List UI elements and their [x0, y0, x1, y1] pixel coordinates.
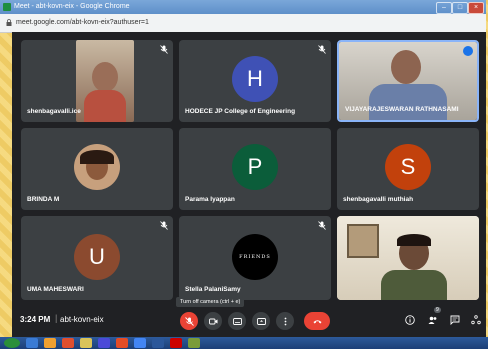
info-icon[interactable] [405, 315, 415, 325]
mic-off-icon [184, 316, 194, 326]
mic-off-icon [318, 45, 326, 54]
participant-tile[interactable]: H HODECE JP College of Engineering [179, 40, 331, 122]
participant-name: HODECE JP College of Engineering [185, 108, 296, 115]
meet-favicon-icon [3, 3, 11, 11]
participant-tile-active-speaker[interactable]: VIJAYARAJESWARAN RATHNASAMI [337, 40, 479, 122]
mic-off-icon [318, 221, 326, 230]
window-title: Meet - abt-kovn-eix - Google Chrome [14, 3, 130, 10]
chat-icon[interactable] [450, 315, 460, 325]
meeting-code: abt-kovn-eix [60, 315, 104, 324]
participant-name: UMA MAHESWARI [27, 286, 84, 293]
camera-tooltip: Turn off camera (ctrl + e) [176, 297, 245, 307]
meeting-time: 3:24 PM [20, 315, 51, 324]
participant-tile[interactable]: S shenbagavalli muthiah [337, 128, 479, 210]
self-view-tile[interactable] [337, 216, 479, 300]
browser-titlebar: Meet - abt-kovn-eix - Google Chrome – □ … [0, 0, 486, 14]
captions-button[interactable] [228, 312, 246, 330]
participant-name: Stella PalaniSamy [185, 286, 241, 293]
screen: Meet - abt-kovn-eix - Google Chrome – □ … [0, 0, 488, 349]
camera-icon [208, 318, 217, 324]
friends-logo: FRIENDS [232, 234, 278, 280]
app2-taskbar-icon[interactable] [188, 338, 200, 348]
address-bar[interactable]: meet.google.com/abt-kovn-eix?authuser=1 [0, 14, 486, 33]
avatar [74, 144, 120, 190]
participant-name: BRINDA M [27, 196, 60, 203]
participant-name: Parama Iyappan [185, 196, 235, 203]
mic-off-icon [160, 45, 168, 54]
more-options-icon[interactable] [463, 46, 473, 56]
avatar: U [74, 234, 120, 280]
camera-toggle-button[interactable] [204, 312, 222, 330]
participant-tile[interactable]: FRIENDS Stella PalaniSamy [179, 216, 331, 300]
explorer-taskbar-icon[interactable] [44, 338, 56, 348]
participant-name: VIJAYARAJESWARAN RATHNASAMI [345, 106, 459, 113]
media-player-taskbar-icon[interactable] [98, 338, 110, 348]
mic-toggle-button[interactable] [180, 312, 198, 330]
activities-icon[interactable] [471, 315, 481, 325]
participant-tile[interactable]: BRINDA M [21, 128, 173, 210]
participant-tile[interactable]: P Parama Iyappan [179, 128, 331, 210]
avatar: S [385, 144, 431, 190]
pdf-taskbar-icon[interactable] [170, 338, 182, 348]
hang-up-icon [313, 319, 321, 323]
firefox-taskbar-icon[interactable] [62, 338, 74, 348]
participant-video [76, 40, 134, 122]
meeting-controls-bar: 3:24 PM | abt-kovn-eix 9 [12, 304, 486, 337]
lock-icon [6, 19, 12, 26]
self-video [337, 216, 479, 300]
end-call-button[interactable] [304, 312, 330, 330]
meet-window: shenbagavalli.ice H HODECE JP College of… [12, 32, 486, 337]
participant-tile[interactable]: shenbagavalli.ice [21, 40, 173, 122]
minimize-button[interactable]: – [436, 2, 452, 14]
chrome-taskbar-icon[interactable] [134, 338, 146, 348]
participant-name: shenbagavalli.ice [27, 108, 81, 115]
url-text: meet.google.com/abt-kovn-eix?authuser=1 [16, 19, 149, 26]
mic-off-icon [160, 221, 168, 230]
present-screen-icon [256, 317, 266, 325]
start-button[interactable] [4, 338, 20, 348]
avatar: H [232, 56, 278, 102]
word-taskbar-icon[interactable] [152, 338, 164, 348]
more-options-button[interactable] [276, 312, 294, 330]
ie-taskbar-icon[interactable] [26, 338, 38, 348]
present-button[interactable] [252, 312, 270, 330]
more-vert-icon [284, 317, 286, 325]
participant-tile[interactable]: U UMA MAHESWARI [21, 216, 173, 300]
people-icon[interactable] [428, 315, 438, 325]
app-taskbar-icon[interactable] [116, 338, 128, 348]
folder-taskbar-icon[interactable] [80, 338, 92, 348]
maximize-button[interactable]: □ [452, 2, 468, 14]
windows-taskbar [0, 337, 488, 349]
participant-count-badge: 9 [434, 307, 441, 313]
avatar: P [232, 144, 278, 190]
participant-name: shenbagavalli muthiah [343, 196, 414, 203]
captions-icon [232, 317, 242, 325]
close-window-button[interactable]: × [468, 2, 484, 14]
divider: | [55, 313, 58, 323]
